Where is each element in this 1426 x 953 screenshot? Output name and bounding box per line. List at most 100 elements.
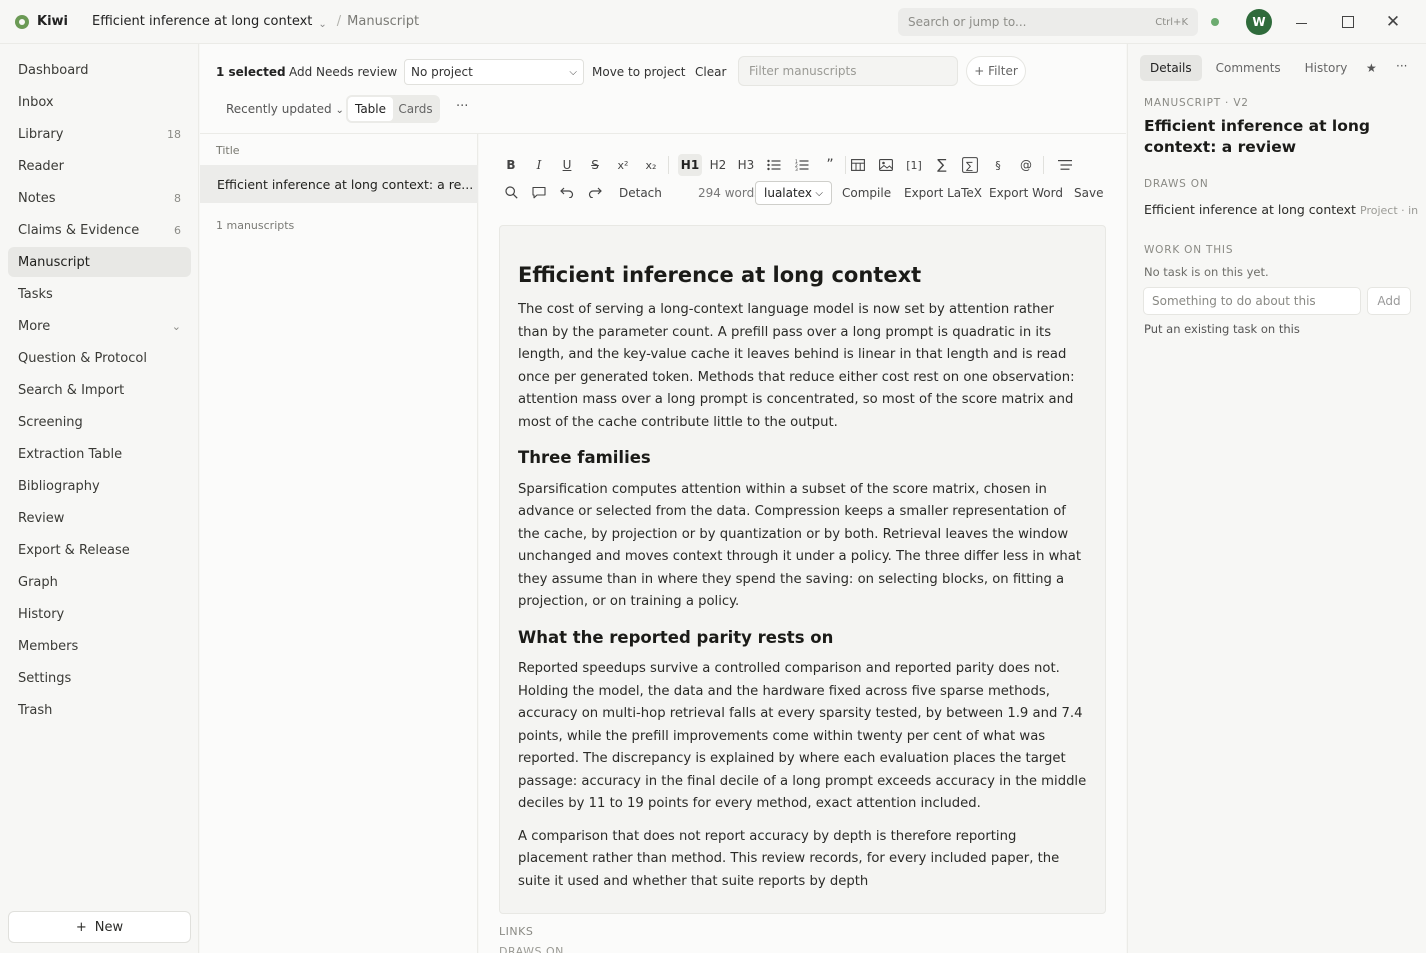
document-title[interactable]: Efficient inference at long context (92, 14, 312, 29)
math-block-icon[interactable]: ∑ (959, 154, 981, 176)
breadcrumb-current[interactable]: Manuscript (347, 14, 419, 29)
minimize-icon[interactable] (1290, 10, 1314, 34)
numbered-list-icon[interactable]: 123 (791, 154, 813, 176)
heading-1-button[interactable]: H1 (678, 154, 702, 176)
sidebar-item-trash[interactable]: Trash (8, 695, 191, 725)
sidebar-item-question-protocol[interactable]: Question & Protocol (8, 343, 191, 373)
more-options-icon[interactable]: ··· (456, 99, 468, 114)
table-icon[interactable] (847, 154, 869, 176)
view-cards-button[interactable]: Cards (393, 97, 438, 121)
section-ref-button[interactable]: § (987, 154, 1009, 176)
sidebar-item-extraction-table[interactable]: Extraction Table (8, 439, 191, 469)
blockquote-button[interactable]: ” (819, 154, 841, 176)
sort-dropdown[interactable]: Recently updated ⌄ (226, 102, 344, 116)
sidebar-item-settings[interactable]: Settings (8, 663, 191, 693)
avatar[interactable]: W (1246, 9, 1272, 35)
sidebar-item-graph[interactable]: Graph (8, 567, 191, 597)
star-icon[interactable]: ★ (1366, 61, 1377, 75)
tab-comments[interactable]: Comments (1206, 55, 1291, 81)
sidebar-item-claims[interactable]: Claims & Evidence 6 (8, 215, 191, 245)
new-button[interactable]: + New (8, 911, 191, 943)
strikethrough-button[interactable]: S (584, 154, 606, 176)
sidebar-item-label: Claims & Evidence (18, 222, 140, 238)
project-select-value: No project (411, 65, 473, 79)
sidebar-item-search-import[interactable]: Search & Import (8, 375, 191, 405)
comment-icon[interactable] (528, 181, 550, 203)
task-placeholder: Something to do about this (1152, 294, 1316, 308)
sidebar-item-label: Dashboard (18, 62, 89, 78)
export-latex-button[interactable]: Export LaTeX (904, 186, 982, 200)
column-header-title[interactable]: Title (216, 144, 240, 157)
subscript-button[interactable]: x₂ (640, 154, 662, 176)
chevron-down-icon[interactable]: ⌄ (318, 19, 326, 30)
sidebar-item-reader[interactable]: Reader (8, 151, 191, 181)
add-needs-review-button[interactable]: Add Needs review (289, 65, 397, 79)
paragraph: Sparsification computes attention within… (518, 481, 1082, 610)
tab-history[interactable]: History (1295, 55, 1358, 81)
detach-button[interactable]: Detach (619, 186, 662, 200)
sidebar-item-export-release[interactable]: Export & Release (8, 535, 191, 565)
sidebar-item-history[interactable]: History (8, 599, 191, 629)
image-icon[interactable] (875, 154, 897, 176)
sidebar-item-members[interactable]: Members (8, 631, 191, 661)
chevron-down-icon: ⌵ (569, 66, 577, 78)
undo-icon[interactable] (556, 181, 578, 203)
draws-on-label: DRAWS ON (1144, 178, 1209, 190)
math-inline-button[interactable]: ∑ (931, 154, 953, 176)
more-options-icon[interactable]: ··· (1396, 59, 1407, 73)
maximize-icon[interactable] (1336, 10, 1360, 34)
move-to-project-button[interactable]: Move to project (592, 65, 686, 79)
sidebar-item-screening[interactable]: Screening (8, 407, 191, 437)
heading-2-button[interactable]: H2 (707, 154, 729, 176)
superscript-button[interactable]: x² (612, 154, 634, 176)
tab-details[interactable]: Details (1140, 55, 1202, 81)
project-select[interactable]: No project ⌵ (404, 59, 584, 85)
kiwi-logo-icon (15, 14, 29, 29)
outline-icon[interactable] (1054, 154, 1076, 176)
view-table-button[interactable]: Table (348, 97, 393, 121)
italic-button[interactable]: I (528, 154, 550, 176)
sidebar-item-label: Tasks (18, 286, 53, 302)
latex-engine-select[interactable]: lualatex ⌵ (755, 181, 832, 205)
sidebar-item-more[interactable]: More ⌄ (8, 311, 191, 341)
section-heading: What the reported parity rests on (518, 627, 834, 647)
attach-existing-task-link[interactable]: Put an existing task on this (1144, 322, 1300, 336)
new-task-input[interactable]: Something to do about this (1143, 287, 1361, 315)
heading-3-button[interactable]: H3 (735, 154, 757, 176)
search-input[interactable]: Search or jump to... Ctrl+K (898, 8, 1198, 36)
bold-button[interactable]: B (500, 154, 522, 176)
footnote-button[interactable]: [1] (903, 154, 925, 176)
compile-button[interactable]: Compile (842, 186, 891, 200)
add-filter-button[interactable]: + Filter (966, 56, 1026, 86)
app-logo[interactable]: Kiwi (15, 14, 68, 29)
save-button[interactable]: Save (1074, 186, 1103, 200)
redo-icon[interactable] (584, 181, 606, 203)
view-toggle: Table Cards (346, 95, 440, 123)
sidebar-item-library[interactable]: Library 18 (8, 119, 191, 149)
underline-button[interactable]: U (556, 154, 578, 176)
sidebar-item-tasks[interactable]: Tasks (8, 279, 191, 309)
find-icon[interactable] (500, 181, 522, 203)
filter-manuscripts-input[interactable]: Filter manuscripts (738, 56, 958, 86)
no-task-note: No task is on this yet. (1144, 265, 1269, 279)
close-icon[interactable]: ✕ (1381, 10, 1405, 34)
draws-on-link[interactable]: Efficient inference at long context (1144, 202, 1356, 217)
table-row[interactable]: Efficient inference at long context: a r… (200, 165, 478, 203)
sidebar-item-notes[interactable]: Notes 8 (8, 183, 191, 213)
sidebar-item-label: Library (18, 126, 64, 142)
sidebar-item-bibliography[interactable]: Bibliography (8, 471, 191, 501)
bullet-list-icon[interactable] (763, 154, 785, 176)
document-editor[interactable]: Efficient inference at long context The … (499, 225, 1106, 914)
sidebar-item-dashboard[interactable]: Dashboard (8, 55, 191, 85)
search-shortcut: Ctrl+K (1155, 16, 1188, 28)
clear-selection-button[interactable]: Clear (695, 65, 726, 79)
sidebar-item-review[interactable]: Review (8, 503, 191, 533)
toolbar-divider (668, 156, 669, 174)
export-word-button[interactable]: Export Word (989, 186, 1063, 200)
filter-placeholder: Filter manuscripts (749, 64, 857, 78)
draws-on-section-label: DRAWS ON (499, 945, 564, 953)
sidebar-item-inbox[interactable]: Inbox (8, 87, 191, 117)
sidebar-item-manuscript[interactable]: Manuscript (8, 247, 191, 277)
add-task-button[interactable]: Add (1367, 287, 1411, 315)
mention-button[interactable]: @ (1015, 154, 1037, 176)
